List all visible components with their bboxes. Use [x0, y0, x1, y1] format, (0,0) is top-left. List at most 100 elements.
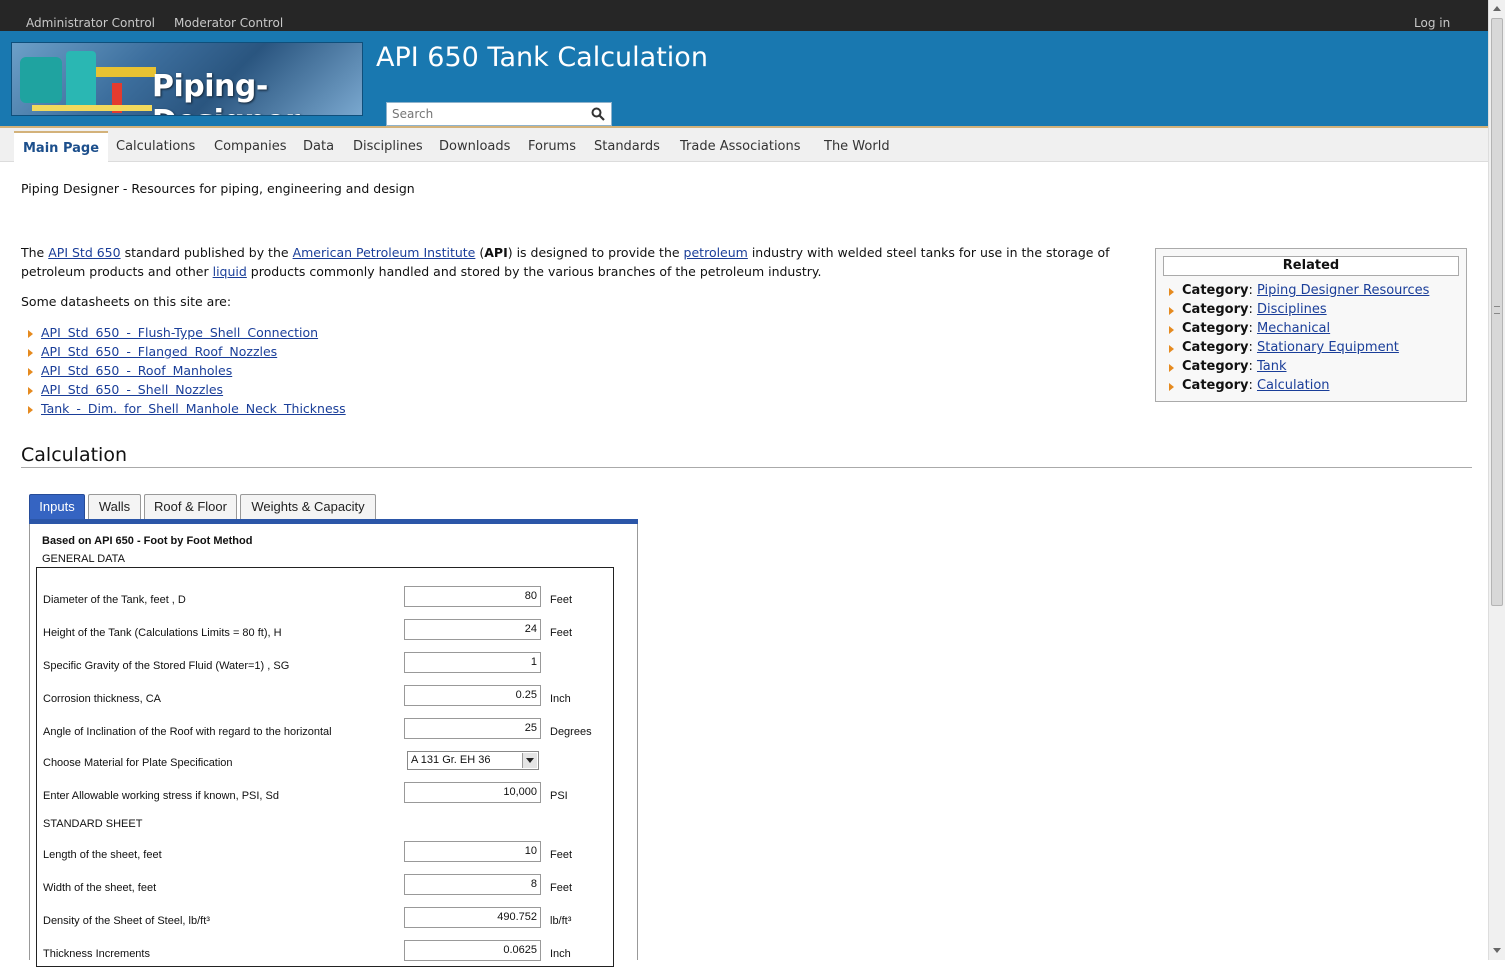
bullet-arrow-icon [1169, 364, 1174, 372]
datasheet-list: API Std 650 - Flush-Type Shell Connectio… [26, 325, 346, 420]
thickness-increments-input[interactable]: 0.0625 [404, 940, 541, 961]
search-input[interactable] [390, 104, 585, 124]
specific-gravity-input[interactable]: 1 [404, 652, 541, 673]
form-row: Choose Material for Plate Specification … [37, 751, 615, 775]
nav-downloads[interactable]: Downloads [439, 139, 510, 154]
site-logo[interactable]: Piping-Designer [11, 42, 363, 116]
panel-title: Based on API 650 - Foot by Foot Method [42, 535, 253, 547]
list-item: Tank - Dim. for Shell Manhole Neck Thick… [26, 401, 346, 420]
roof-angle-unit: Degrees [550, 726, 592, 738]
bullet-arrow-icon [28, 387, 33, 395]
category-link[interactable]: Mechanical [1257, 321, 1330, 336]
inputs-panel: Based on API 650 - Foot by Foot Method G… [29, 524, 638, 967]
list-item: API Std 650 - Shell Nozzles [26, 382, 346, 401]
roof-angle-input[interactable]: 25 [404, 718, 541, 739]
datasheet-link[interactable]: Tank - Dim. for Shell Manhole Neck Thick… [41, 401, 346, 416]
bullet-arrow-icon [28, 349, 33, 357]
form-row: Corrosion thickness, CA 0.25 Inch [37, 685, 615, 709]
link-liquid[interactable]: liquid [213, 264, 247, 279]
section-general-data: GENERAL DATA [42, 553, 125, 565]
bullet-arrow-icon [28, 406, 33, 414]
logo-text: Piping-Designer [152, 69, 300, 115]
form-row: Thickness Increments 0.0625 Inch [37, 940, 615, 964]
corrosion-input[interactable]: 0.25 [404, 685, 541, 706]
form-row: Angle of Inclination of the Roof with re… [37, 718, 615, 742]
chevron-down-icon[interactable] [522, 753, 537, 768]
nav-disciplines[interactable]: Disciplines [353, 139, 423, 154]
list-item: API Std 650 - Flanged Roof Nozzles [26, 344, 346, 363]
sheet-width-input[interactable]: 8 [404, 874, 541, 895]
list-item: API Std 650 - Roof Manholes [26, 363, 346, 382]
tab-weights-capacity[interactable]: Weights & Capacity [240, 494, 376, 520]
moderator-control-link[interactable]: Moderator Control [174, 16, 283, 30]
related-list: Category: Piping Designer Resources Cate… [1167, 283, 1429, 397]
datasheet-link[interactable]: API Std 650 - Roof Manholes [41, 363, 232, 378]
list-item: API Std 650 - Flush-Type Shell Connectio… [26, 325, 346, 344]
form-row: Height of the Tank (Calculations Limits … [37, 619, 615, 643]
datasheet-link[interactable]: API Std 650 - Shell Nozzles [41, 382, 223, 397]
category-link[interactable]: Stationary Equipment [1257, 340, 1399, 355]
link-petroleum[interactable]: petroleum [684, 245, 748, 260]
nav-forums[interactable]: Forums [528, 139, 576, 154]
bullet-arrow-icon [1169, 345, 1174, 353]
search-icon[interactable] [591, 107, 605, 121]
diameter-unit: Feet [550, 594, 573, 606]
material-label: Choose Material for Plate Specification [43, 757, 233, 769]
form-row: Density of the Sheet of Steel, lb/ft³ 49… [37, 907, 615, 931]
nav-the-world[interactable]: The World [824, 139, 890, 154]
form-row: Specific Gravity of the Stored Fluid (Wa… [37, 652, 615, 676]
scroll-up-icon[interactable] [1493, 6, 1501, 11]
related-item: Category: Calculation [1167, 378, 1429, 397]
page-title: API 650 Tank Calculation [376, 42, 708, 73]
nav-standards[interactable]: Standards [594, 139, 660, 154]
diameter-input[interactable]: 80 [404, 586, 541, 607]
nav-trade-associations[interactable]: Trade Associations [680, 139, 801, 154]
category-link[interactable]: Piping Designer Resources [1257, 283, 1429, 298]
form-row: Width of the sheet, feet 8 Feet [37, 874, 615, 898]
thickness-increments-unit: Inch [550, 948, 571, 960]
nav-companies[interactable]: Companies [214, 139, 287, 154]
vertical-scrollbar[interactable] [1488, 0, 1505, 960]
sheet-length-input[interactable]: 10 [404, 841, 541, 862]
sheet-width-unit: Feet [550, 882, 573, 894]
scroll-down-icon[interactable] [1493, 948, 1501, 953]
administrator-control-link[interactable]: Administrator Control [26, 16, 155, 30]
link-api-std-650[interactable]: API Std 650 [48, 245, 120, 260]
site-tagline: Piping Designer - Resources for piping, … [21, 181, 415, 196]
form-row: Length of the sheet, feet 10 Feet [37, 841, 615, 865]
form-row: Enter Allowable working stress if known,… [37, 782, 615, 806]
intro-paragraph: The API Std 650 standard published by th… [21, 245, 1110, 279]
height-input[interactable]: 24 [404, 619, 541, 640]
category-link[interactable]: Disciplines [1257, 302, 1327, 317]
corrosion-unit: Inch [550, 693, 571, 705]
material-selected-value: A 131 Gr. EH 36 [411, 754, 491, 766]
category-link[interactable]: Calculation [1257, 378, 1330, 393]
nav-calculations[interactable]: Calculations [116, 139, 195, 154]
nav-data[interactable]: Data [303, 139, 334, 154]
density-unit: lb/ft³ [550, 915, 572, 927]
tab-walls[interactable]: Walls [88, 494, 141, 520]
nav-main-page[interactable]: Main Page [14, 131, 109, 165]
datasheet-link[interactable]: API Std 650 - Flanged Roof Nozzles [41, 344, 277, 359]
diameter-label: Diameter of the Tank, feet , D [43, 594, 186, 606]
allowable-stress-label: Enter Allowable working stress if known,… [43, 790, 279, 802]
link-american-petroleum-institute[interactable]: American Petroleum Institute [293, 245, 476, 260]
tab-roof-floor[interactable]: Roof & Floor [144, 494, 237, 520]
category-link[interactable]: Tank [1257, 359, 1287, 374]
scroll-grip-icon [1494, 306, 1500, 314]
datasheet-link[interactable]: API Std 650 - Flush-Type Shell Connectio… [41, 325, 318, 340]
material-select[interactable]: A 131 Gr. EH 36 [407, 751, 539, 770]
tab-inputs[interactable]: Inputs [29, 494, 85, 520]
related-item: Category: Piping Designer Resources [1167, 283, 1429, 302]
calculation-heading: Calculation [21, 444, 127, 466]
login-link[interactable]: Log in [1414, 16, 1450, 30]
allowable-stress-input[interactable]: 10,000 [404, 782, 541, 803]
related-item: Category: Disciplines [1167, 302, 1429, 321]
density-input[interactable]: 490.752 [404, 907, 541, 928]
allowable-stress-unit: PSI [550, 790, 568, 802]
related-box: Related Category: Piping Designer Resour… [1155, 248, 1467, 402]
related-title: Related [1163, 256, 1459, 276]
search-box [386, 102, 612, 126]
top-admin-bar: Administrator Control Moderator Control … [0, 0, 1488, 31]
section-standard-sheet: STANDARD SHEET [43, 818, 143, 830]
